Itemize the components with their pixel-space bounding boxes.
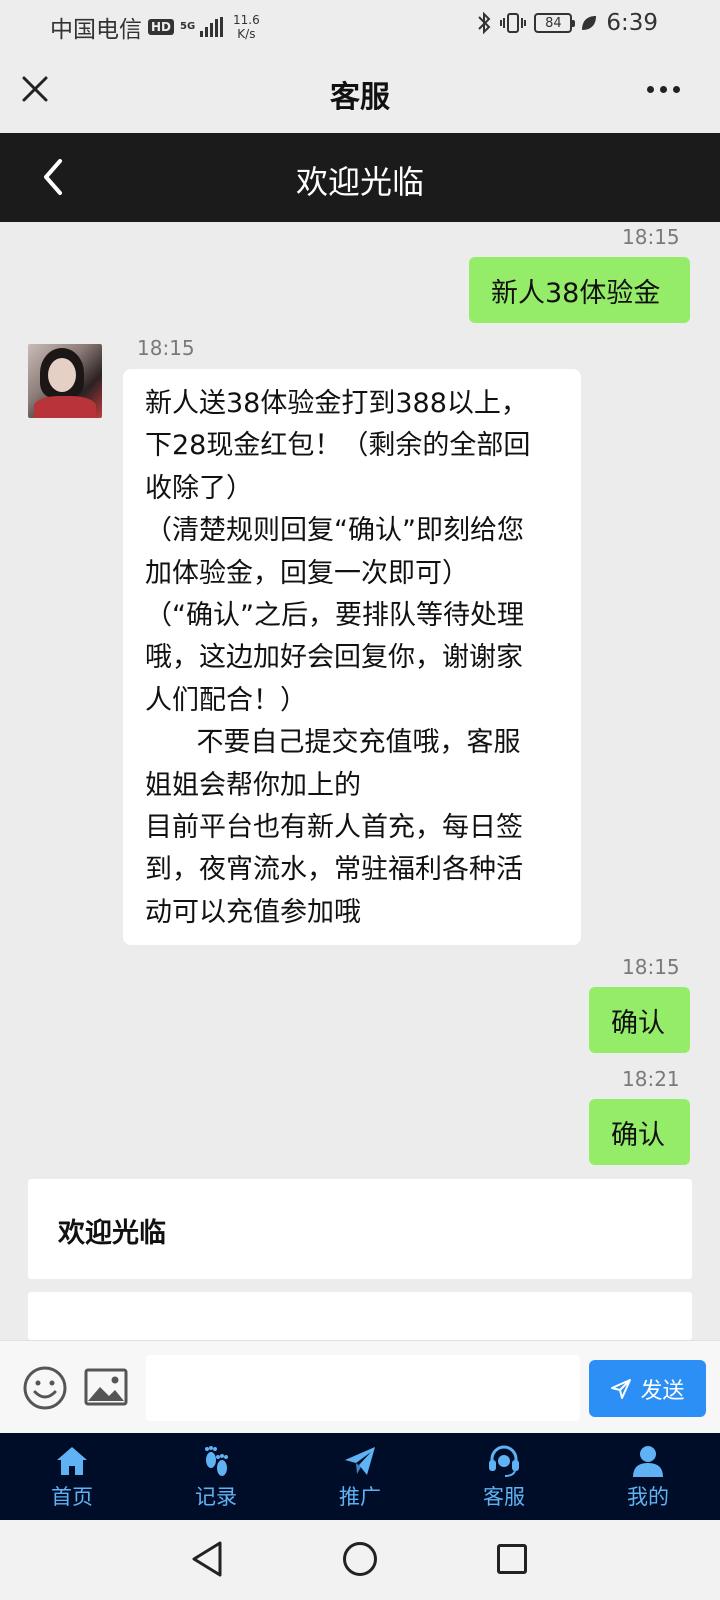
paper-plane-icon [345, 1447, 375, 1475]
welcome-card[interactable]: 欢迎光临 [28, 1179, 692, 1279]
chat-title: 欢迎光临 [295, 163, 424, 201]
nav-label: 我的 [627, 1485, 669, 1509]
message-line: 下28现金红包！（剩余的全部回 [145, 430, 531, 462]
nav-item-me[interactable]: 我的 [576, 1433, 720, 1520]
hd-badge: HD [148, 19, 175, 35]
outgoing-message[interactable]: 确认 [589, 987, 690, 1053]
message-line: （清楚规则回复“确认”即刻给您 [145, 515, 524, 547]
system-home-icon[interactable] [343, 1542, 377, 1576]
bluetooth-icon [478, 11, 491, 35]
carrier-name: 中国电信 [50, 17, 142, 43]
status-left: 中国电信 HD 5G 11.6 K/s [50, 10, 260, 44]
leaf-icon [582, 16, 597, 30]
message-line: 动可以充值参加哦 [145, 896, 361, 928]
emoji-icon[interactable] [22, 1365, 68, 1411]
battery-icon: 84 [534, 13, 576, 33]
system-back-icon[interactable] [190, 1540, 224, 1578]
card-peek[interactable] [28, 1292, 692, 1340]
message-time: 18:15 [622, 955, 680, 979]
message-list[interactable]: 18:15 新人38体验金 18:15 新人送38体验金打到388以上， 下28… [0, 222, 720, 1340]
nav-item-records[interactable]: 记录 [144, 1433, 288, 1520]
nav-label: 记录 [195, 1485, 237, 1509]
page-title: 客服 [330, 80, 390, 115]
message-text: 确认 [611, 1007, 665, 1039]
nav-label: 客服 [483, 1485, 525, 1509]
message-text: 确认 [611, 1119, 665, 1151]
more-icon[interactable] [647, 86, 680, 93]
message-line: 目前平台也有新人首充，每日签 [145, 812, 523, 844]
send-label: 发送 [640, 1378, 685, 1404]
status-right: 84 6:39 [476, 10, 658, 36]
network-speed: 11.6 K/s [233, 13, 260, 41]
status-bar: 中国电信 HD 5G 11.6 K/s 84 6:39 [0, 0, 720, 50]
image-icon[interactable] [84, 1367, 128, 1407]
message-input[interactable] [146, 1355, 580, 1421]
welcome-card-title: 欢迎光临 [58, 1218, 166, 1249]
message-time: 18:21 [622, 1067, 680, 1091]
input-bar: 发送 [0, 1340, 720, 1433]
message-line: 收除了） [145, 472, 253, 504]
chat-topbar: 欢迎光临 [0, 133, 720, 222]
nav-item-service[interactable]: 客服 [432, 1433, 576, 1520]
system-nav-bar [0, 1520, 720, 1600]
home-icon [57, 1447, 87, 1475]
message-text: 新人38体验金 [491, 277, 661, 309]
system-recents-icon[interactable] [497, 1544, 527, 1574]
clock: 6:39 [606, 10, 658, 36]
message-line: 人们配合！） [145, 684, 307, 716]
incoming-message[interactable]: 新人送38体验金打到388以上， 下28现金红包！（剩余的全部回 收除了） （清… [123, 369, 581, 945]
message-line: 到，夜宵流水，常驻福利各种活 [145, 854, 523, 886]
app-header: 客服 [0, 50, 720, 133]
signal-icon [200, 17, 224, 37]
battery-level: 84 [545, 15, 562, 31]
send-icon [611, 1378, 632, 1399]
nav-label: 推广 [339, 1485, 381, 1509]
message-line: 新人送38体验金打到388以上， [145, 388, 528, 419]
speed-unit: K/s [237, 27, 256, 41]
nav-label: 首页 [51, 1485, 93, 1509]
message-line: 不要自己提交充值哦，客服 [145, 727, 521, 759]
agent-avatar[interactable] [28, 344, 102, 418]
speed-value: 11.6 [233, 13, 260, 27]
nav-item-promote[interactable]: 推广 [288, 1433, 432, 1520]
person-icon [633, 1446, 663, 1477]
outgoing-message[interactable]: 新人38体验金 [469, 257, 690, 323]
headset-icon [489, 1445, 519, 1477]
outgoing-message[interactable]: 确认 [589, 1099, 690, 1165]
vibrate-icon [500, 13, 527, 33]
send-button[interactable]: 发送 [589, 1360, 706, 1417]
bottom-nav: 首页 记录 推广 客服 我的 [0, 1433, 720, 1520]
footprint-icon [205, 1446, 228, 1476]
nav-item-home[interactable]: 首页 [0, 1433, 144, 1520]
message-line: （“确认”之后，要排队等待处理 [145, 600, 524, 632]
message-line: 加体验金，回复一次即可） [145, 557, 469, 589]
message-line: 姐姐会帮你加上的 [145, 769, 361, 801]
message-time: 18:15 [622, 225, 680, 249]
network-type: 5G [180, 21, 196, 32]
message-line: 哦，这边加好会回复你，谢谢家 [145, 642, 523, 674]
message-time: 18:15 [137, 336, 195, 360]
